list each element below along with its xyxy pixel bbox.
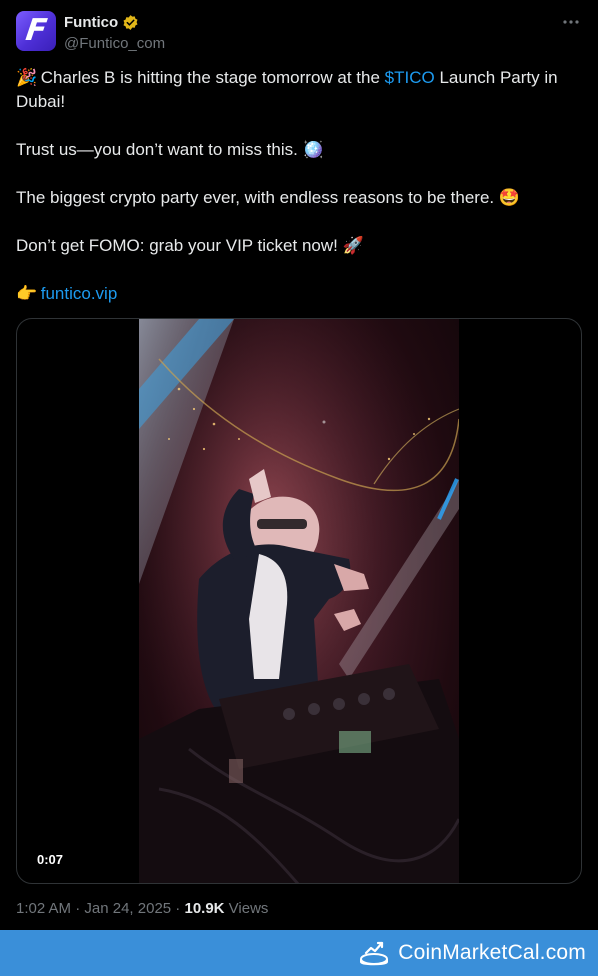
tweet-line-1: 🎉 Charles B is hitting the stage tomorro… — [16, 66, 582, 114]
banner-brand[interactable]: CoinMarketCal.com — [358, 939, 586, 967]
tweet-text: 🎉 Charles B is hitting the stage tomorro… — [16, 66, 582, 306]
display-name-row: Funtico — [64, 12, 165, 32]
avatar[interactable]: F — [16, 11, 56, 51]
author-names: Funtico @Funtico_com — [64, 12, 165, 53]
meta-separator: · — [171, 900, 185, 917]
star-struck-icon: 🤩 — [498, 188, 521, 207]
views-count: 10.9K — [184, 900, 225, 917]
funtico-link[interactable]: funtico.vip — [41, 284, 118, 303]
dj-scene-image — [139, 319, 459, 883]
tweet-line-4: Don’t get FOMO: grab your VIP ticket now… — [16, 234, 582, 258]
cashtag-link[interactable]: $TICO — [385, 68, 435, 87]
avatar-logo: F — [23, 13, 49, 48]
party-popper-icon: 🎉 — [16, 68, 38, 87]
rocket-icon: 🚀 — [342, 236, 364, 255]
line1-pre: Charles B is hitting the stage tomorrow … — [36, 68, 385, 87]
line3-text: The biggest crypto party ever, with endl… — [16, 188, 499, 207]
post-time[interactable]: 1:02 AM — [16, 900, 71, 917]
line4-text: Don’t get FOMO: grab your VIP ticket now… — [16, 236, 343, 255]
pointing-right-icon: 👉 — [16, 284, 38, 303]
tweet-link-line: 👉 funtico.vip — [16, 282, 582, 306]
video-frame — [139, 319, 459, 883]
video-duration: 0:07 — [31, 850, 70, 869]
mirror-ball-icon: 🪩 — [302, 140, 324, 159]
author-handle[interactable]: @Funtico_com — [64, 35, 165, 52]
more-options-icon[interactable] — [560, 13, 582, 31]
tweet-meta: 1:02 AM · Jan 24, 2025 · 10.9K Views — [16, 900, 268, 917]
line2-text: Trust us—you don’t want to miss this. — [16, 140, 303, 159]
coinmarketcal-banner: CoinMarketCal.com — [0, 930, 598, 976]
banner-brand-text: CoinMarketCal.com — [398, 941, 586, 964]
video-player[interactable]: 0:07 — [16, 318, 582, 884]
views-label: Views — [224, 900, 269, 917]
tweet-line-2: Trust us—you don’t want to miss this. 🪩 — [16, 138, 582, 162]
tweet-line-3: The biggest crypto party ever, with endl… — [16, 186, 582, 210]
post-date[interactable]: Jan 24, 2025 — [84, 900, 171, 917]
tweet-header: F Funtico @Funtico_com — [16, 11, 582, 55]
display-name[interactable]: Funtico — [64, 14, 118, 31]
verified-badge-icon — [123, 14, 138, 30]
coinmarketcal-logo-icon — [360, 941, 389, 966]
tweet-card: F Funtico @Funtico_com 🎉 Charles B is hi… — [0, 0, 598, 930]
meta-separator: · — [71, 900, 85, 917]
